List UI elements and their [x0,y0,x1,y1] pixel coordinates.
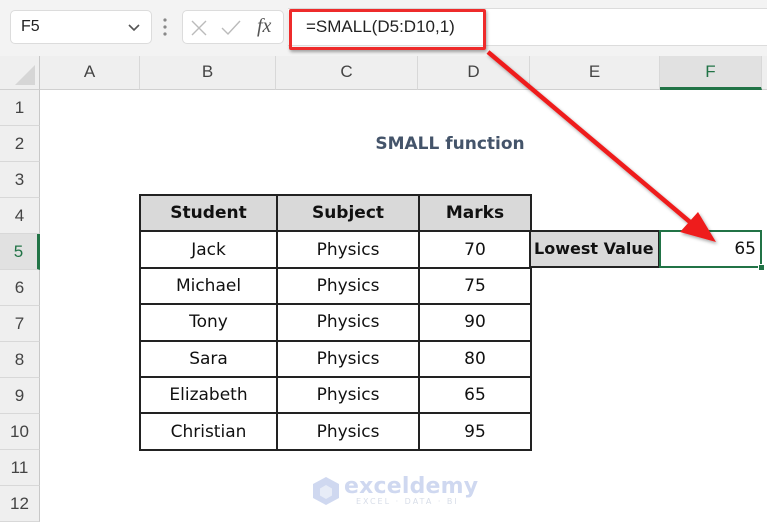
cell-student[interactable]: Sara [139,339,278,378]
row-header-2[interactable]: 2 [0,126,40,162]
column-header-f[interactable]: F [660,56,762,90]
sheet-title: SMALL function [375,134,525,154]
cell-subject[interactable]: Physics [276,266,420,306]
cell-student[interactable]: Elizabeth [139,375,278,415]
row-header-12[interactable]: 12 [0,486,40,522]
select-all-corner[interactable] [0,56,40,90]
row-header-8[interactable]: 8 [0,342,40,378]
cell-marks[interactable]: 70 [418,230,532,269]
row-header-4[interactable]: 4 [0,198,40,234]
row-header-10[interactable]: 10 [0,414,40,450]
table-row: Jack Physics 70 [139,230,532,269]
column-header-d[interactable]: D [418,56,530,90]
row-header-6[interactable]: 6 [0,270,40,306]
row-header-7[interactable]: 7 [0,306,40,342]
fill-handle[interactable] [758,264,765,271]
formula-controls: fx [182,10,284,44]
column-header-c[interactable]: C [276,56,418,90]
formula-bar-area: F5 fx =SMALL(D5:D10,1) [0,0,767,56]
column-header-g[interactable] [762,56,767,90]
column-header-e[interactable]: E [530,56,660,90]
cell-marks[interactable]: 65 [418,375,532,415]
name-box[interactable]: F5 [10,10,152,44]
exceldemy-logo-icon [313,477,339,505]
header-subject[interactable]: Subject [276,193,420,233]
cell-student[interactable]: Tony [139,303,278,342]
table-row: Michael Physics 75 [139,266,532,306]
watermark-tagline: EXCEL · DATA · BI [356,497,459,506]
row-header-1[interactable]: 1 [0,90,40,126]
name-box-value: F5 [21,18,40,35]
cell-marks[interactable]: 90 [418,303,532,342]
watermark: exceldemy EXCEL · DATA · BI [312,474,478,508]
cell-subject[interactable]: Physics [276,339,420,378]
more-options-icon[interactable] [162,17,168,37]
watermark-brand: exceldemy [344,474,479,499]
header-student[interactable]: Student [139,193,278,233]
insert-function-icon[interactable]: fx [257,15,271,38]
cell-subject[interactable]: Physics [276,303,420,342]
chevron-down-icon[interactable] [127,20,141,34]
table-row: Sara Physics 80 [139,339,532,378]
table-row: Christian Physics 95 [139,412,532,451]
cell-student[interactable]: Christian [139,412,278,451]
lowest-value-label[interactable]: Lowest Value [529,230,660,268]
column-header-a[interactable]: A [40,56,140,90]
student-marks-table: Student Subject Marks Jack Physics 70 Mi… [139,193,532,451]
cell-subject[interactable]: Physics [276,375,420,415]
header-marks[interactable]: Marks [418,193,532,233]
table-row: Tony Physics 90 [139,303,532,342]
selected-cell-f5[interactable]: 65 [659,230,762,268]
row-header-5[interactable]: 5 [0,234,40,270]
row-header-3[interactable]: 3 [0,162,40,198]
cancel-x-icon[interactable] [191,20,207,36]
row-header-9[interactable]: 9 [0,378,40,414]
cell-student[interactable]: Jack [139,230,278,269]
cell-subject[interactable]: Physics [276,230,420,269]
cell-marks[interactable]: 95 [418,412,532,451]
column-header-b[interactable]: B [140,56,276,90]
table-header-row: Student Subject Marks [139,193,532,233]
enter-check-icon[interactable] [221,20,241,36]
cell-student[interactable]: Michael [139,266,278,306]
row-header-11[interactable]: 11 [0,450,40,486]
cell-marks[interactable]: 80 [418,339,532,378]
cell-subject[interactable]: Physics [276,412,420,451]
formula-highlight-box [289,9,486,50]
cell-marks[interactable]: 75 [418,266,532,306]
table-row: Elizabeth Physics 65 [139,375,532,415]
